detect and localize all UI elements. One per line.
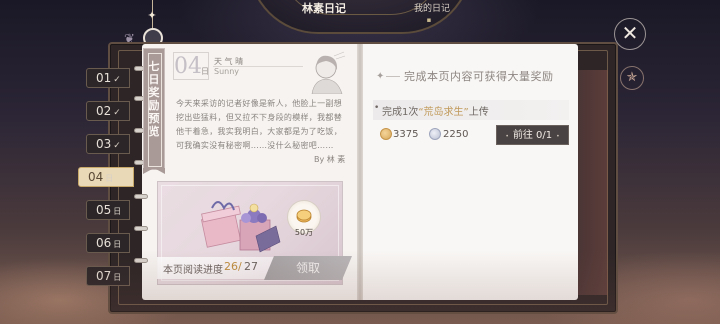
reward-silver-amount: 2250	[443, 129, 469, 140]
book-back-cover	[578, 70, 608, 295]
tab-linsu-diary[interactable]: 林素日记	[296, 0, 352, 18]
go-button[interactable]: • 前往 0/1 •	[496, 125, 569, 145]
day-tab-number: 01	[96, 71, 112, 85]
gold-coin-icon	[296, 209, 312, 223]
day-tab-01[interactable]: 01 ✓	[86, 68, 130, 88]
day-tab-04[interactable]: 04 日	[78, 167, 134, 187]
claim-button[interactable]: 领取	[264, 256, 352, 280]
page-gutter	[357, 44, 363, 300]
dot-icon: •	[556, 133, 560, 140]
day-tab-suffix: 日	[105, 174, 114, 183]
header-line	[386, 76, 400, 77]
character-portrait	[311, 51, 346, 94]
day-tab-suffix: 日	[113, 207, 122, 216]
reward-gold-amount: 3375	[393, 129, 419, 140]
day-tab-number: 02	[96, 104, 112, 118]
date-number: 04	[174, 54, 202, 79]
day-tab-suffix: 日	[113, 240, 122, 249]
silver-star-icon	[429, 128, 441, 140]
day-tab-number: 07	[96, 269, 112, 283]
binder-ring	[134, 194, 148, 199]
day-tab-03[interactable]: 03 ✓	[86, 134, 130, 154]
gift-box-icon	[200, 201, 281, 253]
bookmark-tail	[143, 168, 165, 174]
star-badge-icon[interactable]: ✯	[620, 66, 644, 90]
binder-ring	[134, 258, 148, 263]
date-day-label: 日	[201, 67, 209, 76]
go-button-label: 前往 0/1	[512, 130, 553, 141]
reading-progress-label: 本页阅读进度	[163, 265, 223, 276]
day-tab-number: 05	[96, 203, 112, 217]
bookmark-label: 七日奖励预览	[148, 60, 160, 138]
diary-author: By 林 素	[314, 155, 346, 164]
day-tab-suffix: 日	[113, 273, 122, 282]
close-button[interactable]: ✕	[614, 18, 646, 50]
task-prefix: 完成1次	[382, 107, 419, 118]
day-tab-05[interactable]: 05 日	[86, 200, 130, 220]
weather-english: Sunny	[214, 67, 240, 76]
day-tab-07[interactable]: 07 日	[86, 266, 130, 286]
dot-icon: •	[505, 133, 509, 140]
day-tab-02[interactable]: 02 ✓	[86, 101, 130, 121]
day-tab-number: 03	[96, 137, 112, 151]
check-icon: ✓	[113, 141, 121, 151]
tab-my-diary[interactable]: 我的日记	[404, 0, 460, 18]
check-icon: ✓	[113, 75, 121, 85]
gold-coin-icon	[380, 128, 392, 140]
day-tab-number: 04	[88, 170, 104, 184]
day-tab-number: 06	[96, 236, 112, 250]
star-icon: ✦	[376, 71, 385, 82]
task-title: 完成1次“荒岛求生”上传	[382, 103, 489, 118]
reading-progress-current: 26/	[224, 260, 242, 273]
diary-entry-text: 今天来采访的记者好像是新人，他脸上一副想挖出些猛料，但又拉不下身段的模样，我都替…	[176, 99, 342, 150]
task-panel-header: 完成本页内容可获得大量奖励	[404, 70, 554, 83]
task-suffix: 上传	[468, 107, 489, 118]
coin-amount: 50万	[294, 228, 314, 237]
day-tab-06[interactable]: 06 日	[86, 233, 130, 253]
lock-icon: ▪	[426, 16, 432, 24]
binder-ring	[134, 226, 148, 231]
star-icon: ✦	[147, 9, 157, 22]
reading-progress-total: 27	[244, 260, 258, 273]
task-highlight: “荒岛求生”	[418, 107, 469, 118]
task-bullet: •	[374, 103, 380, 113]
check-icon: ✓	[113, 108, 121, 118]
